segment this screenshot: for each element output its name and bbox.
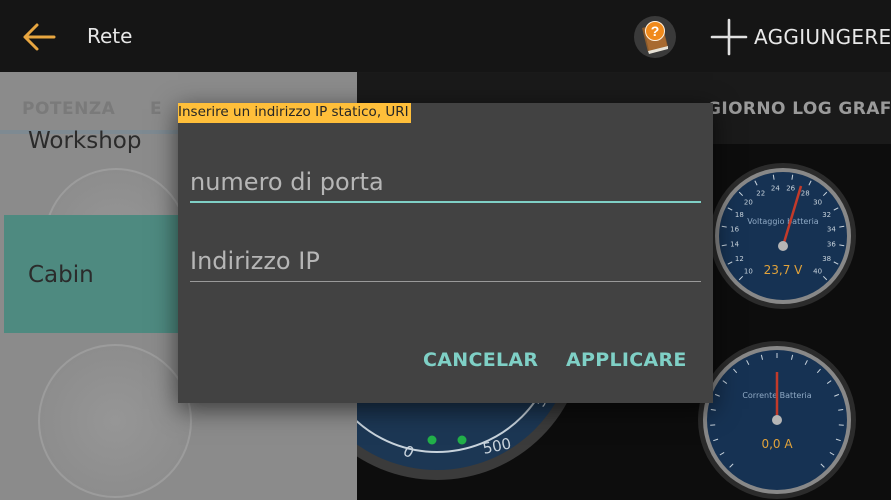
gauge-tick-label: 24: [771, 185, 780, 193]
ip-field-underline: [190, 281, 701, 282]
gauge-tick-label: 26: [786, 185, 795, 193]
gauge-tick-label: 16: [730, 225, 739, 233]
gauge-tick-label: 20: [744, 198, 753, 206]
apply-button[interactable]: APPLICARE: [566, 349, 687, 371]
add-button-label: AGGIUNGERE: [754, 25, 891, 49]
help-book-icon[interactable]: ?: [632, 14, 678, 60]
battery-voltage-gauge: 1012 14 16 182022 24 26 283032 34 36 3840 Voltagg…: [710, 163, 856, 309]
gauge-tick-label: 28: [801, 189, 810, 197]
list-item-workshop[interactable]: Workshop: [28, 128, 141, 154]
gauge-tick-label: 32: [822, 211, 831, 219]
gauge-tick-label: 10: [744, 268, 753, 276]
gauge-tick-label: 14: [730, 241, 739, 249]
plus-icon: [710, 18, 748, 56]
gauge-tick-label: 22: [756, 189, 765, 197]
gauge-tick-label: 40: [813, 268, 822, 276]
gauge-tick-label: 18: [735, 211, 744, 219]
tab-potenza[interactable]: POTENZA: [22, 99, 115, 119]
battery-current-gauge: Corrente Batteria 0,0 A: [698, 341, 856, 499]
gauge-value: 23,7 V: [764, 263, 804, 277]
app-bar: Rete ? AGGIUNGERE: [0, 0, 891, 72]
gauge-title: Voltaggio batteria: [747, 217, 819, 226]
gauge-tick-label: 12: [735, 255, 744, 263]
app-screen: Rete ? AGGIUNGERE POTENZA E Workshop Cab…: [0, 0, 891, 500]
tab-giorno-log-grafico[interactable]: GIORNO LOG GRAFICO: [707, 99, 891, 119]
dialog-hint-label: Inserire un indirizzo IP statico, URI: [178, 103, 411, 123]
svg-text:?: ?: [651, 23, 660, 39]
led-indicator: [427, 435, 437, 445]
cancel-button[interactable]: CANCELAR: [423, 349, 538, 371]
background-gauge: [38, 344, 192, 498]
tab-truncated[interactable]: E: [150, 99, 162, 119]
add-button[interactable]: AGGIUNGERE: [710, 18, 891, 56]
gauge-tick-label: 36: [827, 241, 836, 249]
static-ip-dialog: Inserire un indirizzo IP statico, URI CA…: [178, 103, 713, 403]
port-field-underline: [190, 201, 701, 203]
led-indicator: [457, 435, 467, 445]
page-title: Rete: [87, 24, 133, 48]
list-item-cabin[interactable]: Cabin: [28, 262, 94, 288]
gauge-tick-label: 34: [827, 225, 836, 233]
gauge-value: 0,0 A: [761, 437, 793, 451]
ip-address-input[interactable]: [190, 239, 701, 283]
back-arrow-icon[interactable]: [22, 22, 56, 52]
gauge-tick-label: 38: [822, 255, 831, 263]
gauge-tick-label: 30: [813, 198, 822, 206]
port-number-input[interactable]: [190, 160, 701, 204]
